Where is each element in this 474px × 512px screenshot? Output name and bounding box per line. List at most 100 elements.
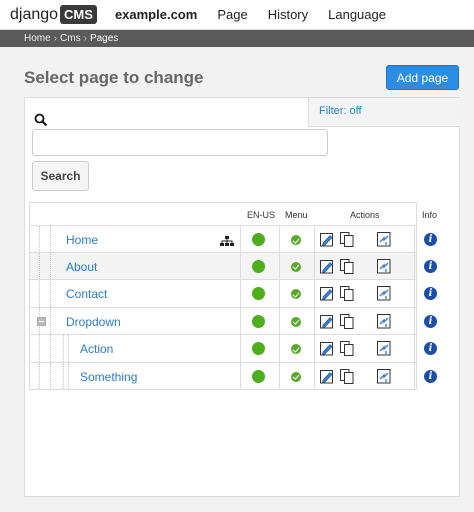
copy-icon[interactable] [340,341,354,356]
tree-guide [63,335,64,362]
menu-visible-icon[interactable] [291,316,301,327]
column-menu: Menu [285,210,308,220]
menu-history[interactable]: History [268,7,308,22]
page-tree: EN-US Menu Actions Info Home i About i Conta… [29,202,437,390]
edit-icon[interactable] [320,259,334,274]
tree-guide [50,307,51,334]
search-input[interactable] [32,129,328,156]
collapse-toggle[interactable] [37,316,46,326]
page-title-link[interactable]: Dropdown [66,315,121,329]
column-actions: Actions [350,210,380,220]
edit-icon[interactable] [320,369,334,384]
info-icon[interactable]: i [424,259,437,273]
edit-icon[interactable] [320,232,334,247]
cell-divider [314,280,315,307]
tree-guide [63,362,64,389]
column-info: Info [422,210,438,220]
info-icon[interactable]: i [424,287,437,300]
published-status-icon[interactable] [252,342,265,355]
tree-guide [50,335,51,362]
page-title-link[interactable]: About [66,260,97,274]
copy-icon[interactable] [340,258,354,274]
cell-divider [279,362,280,389]
breadcrumb: Home › Cms › Pages [0,30,474,47]
menu-visible-icon[interactable] [291,235,301,245]
filter-toggle[interactable]: Filter: off [308,98,460,127]
breadcrumb-home[interactable]: Home [24,33,51,44]
copy-icon[interactable] [340,286,354,301]
published-status-icon[interactable] [252,259,265,273]
tree-guide [39,362,40,389]
cell-divider [240,335,241,362]
copy-icon[interactable] [340,368,354,384]
cell-divider [279,252,280,279]
published-status-icon[interactable] [252,287,265,300]
cell-divider [240,307,241,334]
edit-icon[interactable] [320,286,334,301]
edit-icon[interactable] [320,314,334,329]
site-menu[interactable]: example.com [115,7,197,22]
search-button[interactable]: Search [32,161,89,191]
cell-divider [240,226,241,252]
tree-guide [39,335,40,362]
menu-page[interactable]: Page [217,7,247,22]
published-status-icon[interactable] [252,233,265,246]
move-icon[interactable] [377,313,391,329]
cell-divider [314,252,315,279]
tree-guide [50,226,51,252]
info-icon[interactable]: i [424,369,437,383]
cell-divider [414,226,415,252]
menu-language[interactable]: Language [328,7,386,22]
cell-divider [414,252,415,279]
tree-guide [50,362,51,389]
page-title-link[interactable]: Action [80,342,113,356]
info-icon[interactable]: i [424,314,437,328]
move-icon[interactable] [377,341,391,356]
cell-divider [279,280,280,307]
info-icon[interactable]: i [424,342,437,355]
tree-header: EN-US Menu Actions Info [29,202,437,225]
published-status-icon[interactable] [252,314,265,328]
breadcrumb-separator: › [83,33,87,44]
structure-icon[interactable] [220,234,234,246]
search-icon [34,113,48,127]
menu-visible-icon[interactable] [291,371,301,382]
breadcrumb-cms[interactable]: Cms [60,33,81,44]
cell-divider [279,226,280,252]
page-title-link[interactable]: Contact [66,287,107,301]
tree-guide [39,280,40,307]
cell-divider [279,335,280,362]
published-status-icon[interactable] [252,369,265,383]
page-title: Select page to change [24,68,204,87]
tree-row: Home i [29,225,437,253]
logo-text: django [10,5,59,23]
edit-icon[interactable] [320,341,334,356]
copy-icon[interactable] [340,232,354,247]
breadcrumb-pages: Pages [89,33,119,44]
menu-visible-icon[interactable] [291,289,301,299]
column-en-us: EN-US [247,210,276,220]
cell-divider [240,280,241,307]
tree-guide [39,226,40,252]
page-title-link[interactable]: Something [80,370,137,384]
menu-visible-icon[interactable] [291,344,301,354]
tree-row: Something i [29,362,437,390]
cms-toolbar: django CMS example.com Page History Lang… [0,0,474,30]
django-cms-logo[interactable]: django CMS [10,5,97,24]
move-icon[interactable] [377,286,391,301]
cell-divider [279,307,280,334]
info-icon[interactable]: i [424,233,437,246]
page-title-link[interactable]: Home [66,233,98,247]
tree-row: Action i [29,335,437,363]
tree-guide [68,362,69,389]
cell-divider [414,280,415,307]
menu-visible-icon[interactable] [291,261,301,272]
move-icon[interactable] [377,258,391,274]
tree-guide [50,252,51,279]
cell-divider [414,335,415,362]
add-page-button[interactable]: Add page [386,65,459,90]
copy-icon[interactable] [340,313,354,329]
move-icon[interactable] [377,232,391,247]
cell-divider [414,307,415,334]
move-icon[interactable] [377,368,391,384]
